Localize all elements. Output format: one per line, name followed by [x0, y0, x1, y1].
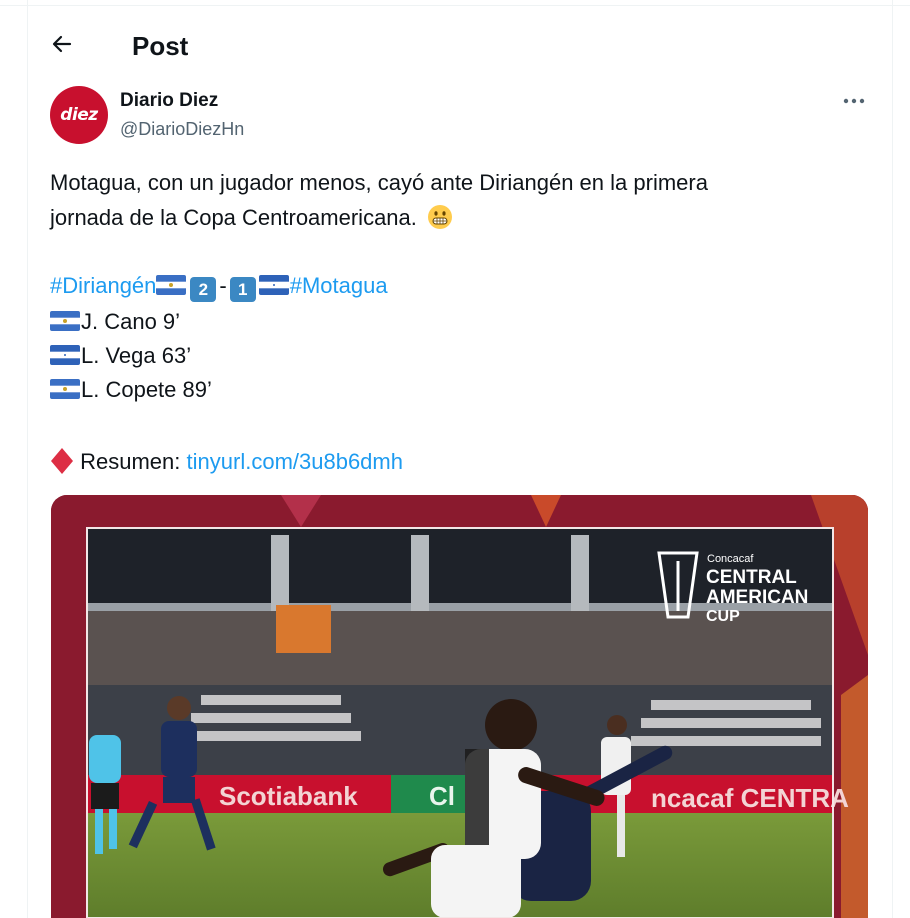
frame-left-border: [27, 0, 28, 918]
nicaragua-flag-icon: [50, 311, 80, 331]
post-header: Post: [28, 6, 892, 84]
score-team-1: 2: [190, 277, 217, 302]
tweet-text-line-2-text: jornada de la Copa Centroamericana.: [50, 205, 417, 230]
logo-line-2: AMERICAN: [706, 587, 808, 608]
avatar-logo-text: diez: [60, 105, 98, 125]
goal-scorer-3: L. Copete 89’: [81, 377, 212, 402]
grimacing-face-icon: [428, 205, 453, 229]
more-button[interactable]: [836, 86, 872, 116]
more-dots-icon: [843, 98, 865, 104]
photo-area: Scotiabank Cl ncacaf CENTRA Concacaf CEN…: [86, 527, 849, 918]
goal-scorer-1: J. Cano 9’: [81, 309, 181, 334]
avatar[interactable]: diez: [50, 86, 108, 144]
honduras-flag-icon: [258, 275, 289, 295]
hashtag-diriangen[interactable]: #Diriangén: [50, 273, 156, 298]
logo-line-3: CUP: [706, 608, 740, 625]
author-name[interactable]: Diario Diez: [120, 90, 218, 112]
summary-label: Resumen:: [80, 449, 181, 474]
author-handle[interactable]: @DiarioDiezHn: [120, 119, 244, 140]
frame-right-border: [892, 0, 893, 918]
logo-line-1: CENTRAL: [706, 567, 797, 588]
summary-link[interactable]: tinyurl.com/3u8b6dmh: [187, 449, 403, 474]
score-line: #Diriangén 2-1 #Motagua: [50, 273, 388, 302]
summary-line: Resumen: tinyurl.com/3u8b6dmh: [50, 447, 403, 475]
red-diamond-icon: [51, 448, 73, 474]
goal-scorer-2: L. Vega 63’: [81, 343, 192, 368]
page-title: Post: [132, 31, 189, 61]
score-team-2: 1: [229, 277, 256, 302]
ad-board-2: Cl: [429, 781, 455, 811]
hashtag-motagua[interactable]: #Motagua: [290, 273, 388, 298]
post-media-image[interactable]: Scotiabank Cl ncacaf CENTRA Concacaf CEN…: [51, 495, 868, 918]
nicaragua-flag-icon: [50, 379, 80, 399]
goal-line-1: J. Cano 9’: [50, 309, 180, 335]
ad-board-concacaf: ncacaf CENTRA: [651, 783, 849, 813]
match-photo: Scotiabank Cl ncacaf CENTRA Concacaf CEN…: [51, 495, 868, 918]
goal-line-2: L. Vega 63’: [50, 343, 191, 369]
tweet-text-line-1: Motagua, con un jugador menos, cayó ante…: [50, 170, 708, 195]
goal-line-3: L. Copete 89’: [50, 377, 212, 403]
back-button[interactable]: [42, 24, 82, 64]
logo-small-text: Concacaf: [707, 553, 754, 565]
tweet-text-line-2: jornada de la Copa Centroamericana.: [50, 204, 453, 231]
ad-board-scotiabank: Scotiabank: [219, 781, 358, 811]
arrow-left-icon: [52, 35, 72, 53]
honduras-flag-icon: [50, 345, 80, 365]
nicaragua-flag-icon: [156, 275, 187, 295]
score-separator: -: [219, 273, 227, 298]
